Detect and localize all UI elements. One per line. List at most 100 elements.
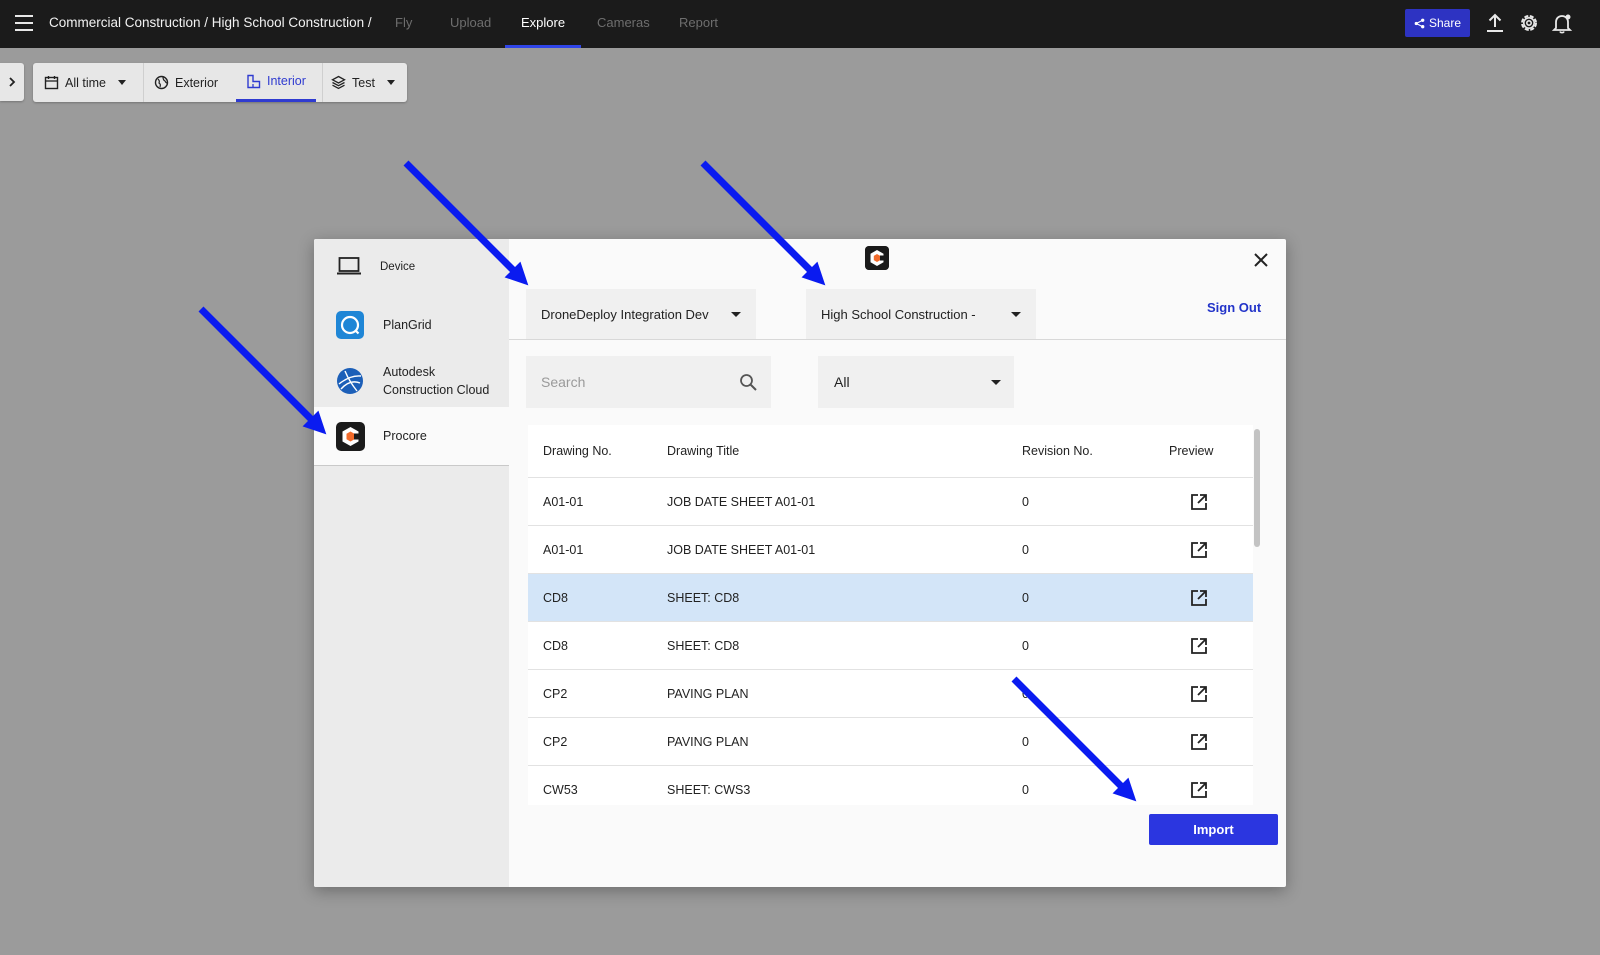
drawing-title-cell: PAVING PLAN — [667, 734, 749, 749]
source-label: Device — [380, 261, 416, 273]
search-icon[interactable] — [739, 373, 758, 392]
table-row[interactable]: CW53 SHEET: CWS3 0 — [528, 766, 1253, 805]
table-row[interactable]: CD8 SHEET: CD8 0 — [528, 622, 1253, 670]
drawing-number-cell: CW53 — [543, 782, 578, 797]
drawing-number-cell: CP2 — [543, 686, 568, 701]
drawing-title-cell: JOB DATE SHEET A01-01 — [667, 494, 816, 509]
source-procore[interactable]: Procore — [314, 407, 509, 466]
open-external-icon[interactable] — [1189, 492, 1209, 512]
caret-down-icon — [991, 380, 1001, 385]
exterior-label: Exterior — [175, 75, 219, 90]
revision-number-cell: 0 — [1022, 542, 1029, 557]
time-range-label: All time — [65, 75, 106, 90]
tab-fly[interactable]: Fly — [395, 0, 412, 48]
interior-view-button[interactable]: Interior — [236, 63, 316, 102]
caret-down-icon — [1011, 312, 1021, 317]
drawing-title-cell: JOB DATE SHEET A01-01 — [667, 542, 816, 557]
view-toolbar: All time Exterior Interior Test — [33, 63, 407, 102]
layers-icon — [331, 75, 346, 90]
open-external-icon[interactable] — [1189, 780, 1209, 800]
exterior-view-button[interactable]: Exterior — [154, 63, 218, 102]
gear-icon[interactable] — [1518, 12, 1540, 34]
share-button[interactable]: Share — [1405, 9, 1470, 37]
table-scrollbar[interactable] — [1254, 429, 1260, 547]
drawing-number-cell: CD8 — [543, 590, 569, 605]
search-field[interactable] — [526, 356, 771, 408]
tab-cameras[interactable]: Cameras — [597, 0, 650, 48]
tab-explore[interactable]: Explore — [505, 0, 582, 48]
open-external-icon[interactable] — [1189, 732, 1209, 752]
table-row[interactable]: CP2 PAVING PLAN 0 — [528, 670, 1253, 718]
table-header-row: Drawing No. Drawing Title Revision No. P… — [528, 425, 1253, 478]
search-input[interactable] — [541, 374, 731, 390]
drawing-number-cell: A01-01 — [543, 494, 584, 509]
caret-down-icon — [117, 80, 126, 85]
drawing-number-cell: A01-01 — [543, 542, 584, 557]
drawing-title-cell: PAVING PLAN — [667, 686, 749, 701]
time-range-dropdown[interactable]: All time — [44, 63, 126, 102]
procore-logo-icon — [336, 422, 365, 451]
project-select[interactable]: High School Construction - — [806, 289, 1036, 339]
notification-bell-icon[interactable] — [1551, 12, 1573, 34]
source-plangrid[interactable]: PlanGrid — [314, 295, 509, 355]
tab-upload[interactable]: Upload — [450, 0, 491, 48]
caret-down-icon — [731, 312, 741, 317]
table-row[interactable]: A01-01 JOB DATE SHEET A01-01 0 — [528, 526, 1253, 574]
open-external-icon[interactable] — [1189, 540, 1209, 560]
layer-label: Test — [352, 75, 375, 90]
upload-icon[interactable] — [1484, 12, 1506, 34]
revision-number-cell: 0 — [1022, 590, 1029, 605]
breadcrumb[interactable]: Commercial Construction / High School Co… — [49, 15, 372, 30]
project-select-value: High School Construction - — [821, 306, 976, 322]
drawing-number-cell: CP2 — [543, 734, 568, 749]
share-icon — [1414, 18, 1425, 28]
layers-dropdown[interactable]: Test — [331, 63, 395, 102]
globe-icon — [154, 75, 169, 90]
source-label: Autodesk Construction Cloud — [383, 365, 490, 397]
table-row[interactable]: CD8 SHEET: CD8 0 — [528, 574, 1253, 622]
source-device[interactable]: Device — [314, 239, 509, 295]
sign-out-link[interactable]: Sign Out — [1207, 300, 1261, 315]
column-header-revision[interactable]: Revision No. — [1022, 444, 1093, 458]
drawing-title-cell: SHEET: CD8 — [667, 638, 740, 653]
open-external-icon[interactable] — [1189, 636, 1209, 656]
plangrid-logo-icon — [336, 311, 364, 339]
filter-select-value: All — [834, 374, 850, 390]
filter-select[interactable]: All — [818, 356, 1014, 408]
chevron-right-icon — [9, 77, 16, 87]
source-autodesk[interactable]: Autodesk Construction Cloud — [314, 355, 509, 407]
annotation-arrow-procore — [198, 306, 327, 435]
close-icon[interactable] — [1251, 250, 1271, 270]
table-row[interactable]: A01-01 JOB DATE SHEET A01-01 0 — [528, 478, 1253, 526]
source-label: PlanGrid — [383, 318, 432, 332]
open-external-icon[interactable] — [1189, 588, 1209, 608]
company-select-value: DroneDeploy Integration Dev — [541, 306, 709, 322]
company-select[interactable]: DroneDeploy Integration Dev — [526, 289, 756, 339]
laptop-icon — [337, 257, 361, 275]
drawing-number-cell: CD8 — [543, 638, 569, 653]
caret-down-icon — [386, 80, 395, 85]
table-row[interactable]: CP2 PAVING PLAN 0 — [528, 718, 1253, 766]
source-label: Procore — [383, 429, 427, 443]
revision-number-cell: 0 — [1022, 686, 1029, 701]
drawings-table: Drawing No. Drawing Title Revision No. P… — [528, 425, 1253, 805]
tab-report[interactable]: Report — [679, 0, 718, 48]
interior-label: Interior — [267, 74, 306, 88]
open-external-icon[interactable] — [1189, 684, 1209, 704]
column-header-number[interactable]: Drawing No. — [543, 444, 612, 458]
column-header-preview: Preview — [1169, 444, 1214, 458]
import-button[interactable]: Import — [1149, 814, 1278, 845]
import-plan-dialog: Device PlanGrid Autodesk Construction Cl… — [314, 239, 1286, 887]
revision-number-cell: 0 — [1022, 734, 1029, 749]
revision-number-cell: 0 — [1022, 638, 1029, 653]
revision-number-cell: 0 — [1022, 782, 1029, 797]
divider — [322, 63, 323, 102]
source-sidebar: Device PlanGrid Autodesk Construction Cl… — [314, 239, 509, 887]
calendar-icon — [44, 76, 59, 90]
column-header-title[interactable]: Drawing Title — [667, 444, 739, 458]
drawing-title-cell: SHEET: CWS3 — [667, 782, 751, 797]
expand-panel-button[interactable] — [0, 63, 24, 101]
procore-header-logo-icon — [865, 246, 889, 270]
revision-number-cell: 0 — [1022, 494, 1029, 509]
menu-icon[interactable] — [15, 15, 33, 31]
